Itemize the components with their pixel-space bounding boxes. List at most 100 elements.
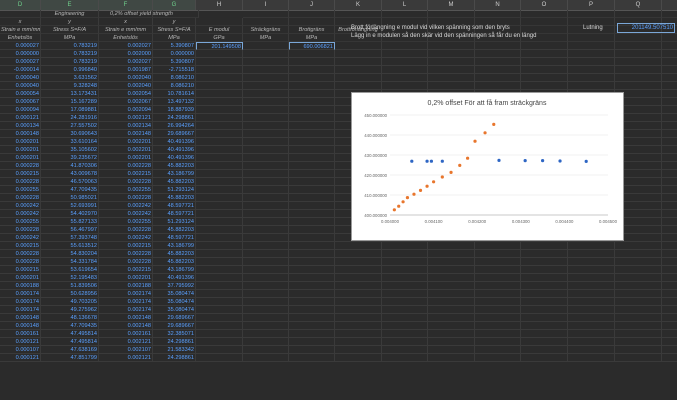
cell[interactable] xyxy=(521,330,568,338)
cell[interactable] xyxy=(521,250,568,258)
cell[interactable] xyxy=(662,82,677,90)
data-cell[interactable]: 0.000228 xyxy=(0,258,41,266)
cell[interactable] xyxy=(335,82,382,90)
cell[interactable] xyxy=(568,290,615,298)
data-cell[interactable]: 45.882203 xyxy=(153,258,196,266)
cell[interactable] xyxy=(196,306,243,314)
cell[interactable] xyxy=(568,266,615,274)
cell[interactable] xyxy=(335,290,382,298)
data-cell[interactable]: 0.000174 xyxy=(0,290,41,298)
cell[interactable] xyxy=(382,274,428,282)
cell[interactable] xyxy=(475,66,521,74)
cell[interactable] xyxy=(662,354,677,362)
cell[interactable] xyxy=(196,250,243,258)
cell[interactable] xyxy=(382,58,428,66)
cell[interactable] xyxy=(475,346,521,354)
data-cell[interactable]: 0.000201 xyxy=(0,138,41,146)
cell[interactable] xyxy=(335,306,382,314)
cell[interactable] xyxy=(289,354,335,362)
data-cell[interactable]: 55.827133 xyxy=(41,218,99,226)
data-cell[interactable]: 0.002040 xyxy=(99,82,153,90)
cell[interactable] xyxy=(428,338,475,346)
cell[interactable] xyxy=(289,50,335,58)
cell[interactable] xyxy=(662,90,677,98)
cell[interactable] xyxy=(243,234,289,242)
scatter-point-series-1[interactable] xyxy=(418,188,423,192)
data-cell[interactable]: 43.186799 xyxy=(153,266,196,274)
cell[interactable] xyxy=(662,194,677,202)
cell[interactable] xyxy=(662,266,677,274)
cell[interactable] xyxy=(568,58,615,66)
cell[interactable] xyxy=(568,282,615,290)
data-cell[interactable]: 0.002174 xyxy=(99,306,153,314)
cell[interactable] xyxy=(521,42,568,50)
data-cell[interactable]: 0.002161 xyxy=(99,330,153,338)
cell[interactable] xyxy=(196,82,243,90)
cell[interactable] xyxy=(382,330,428,338)
cell[interactable] xyxy=(662,50,677,58)
cell[interactable] xyxy=(615,274,662,282)
cell[interactable] xyxy=(289,58,335,66)
cell[interactable] xyxy=(568,50,615,58)
scatter-point-series-1[interactable] xyxy=(466,156,470,160)
data-cell[interactable]: 46.570063 xyxy=(41,178,99,186)
data-cell[interactable]: 0.002215 xyxy=(99,170,153,178)
data-cell[interactable]: 0.002148 xyxy=(99,314,153,322)
cell[interactable] xyxy=(428,74,475,82)
cell[interactable] xyxy=(428,314,475,322)
cell[interactable] xyxy=(335,42,382,50)
cell[interactable] xyxy=(615,266,662,274)
data-cell[interactable]: 0.002174 xyxy=(99,298,153,306)
data-cell[interactable]: 48.597721 xyxy=(153,202,196,210)
data-cell[interactable]: 13.497132 xyxy=(153,98,196,106)
cell[interactable] xyxy=(475,258,521,266)
cell[interactable] xyxy=(568,74,615,82)
data-cell[interactable]: 0.000027 xyxy=(0,42,41,50)
data-cell[interactable]: 0.996840 xyxy=(41,66,99,74)
cell[interactable] xyxy=(475,338,521,346)
cell[interactable] xyxy=(289,282,335,290)
cell[interactable] xyxy=(662,114,677,122)
cell[interactable] xyxy=(196,106,243,114)
data-cell[interactable]: 55.613512 xyxy=(41,242,99,250)
column-header-l[interactable]: L xyxy=(382,0,428,10)
cell[interactable] xyxy=(615,50,662,58)
data-cell[interactable]: 0.000121 xyxy=(0,338,41,346)
cell[interactable] xyxy=(335,354,382,362)
data-cell[interactable]: 0.000215 xyxy=(0,170,41,178)
cell[interactable] xyxy=(196,66,243,74)
cell[interactable] xyxy=(568,346,615,354)
cell[interactable] xyxy=(289,234,335,242)
data-cell[interactable]: 29.689667 xyxy=(153,314,196,322)
cell[interactable] xyxy=(428,82,475,90)
cell[interactable] xyxy=(521,314,568,322)
e-modul-value[interactable]: 201.149508 xyxy=(196,42,243,50)
data-cell[interactable]: 0.000228 xyxy=(0,178,41,186)
data-cell[interactable]: 45.882203 xyxy=(153,178,196,186)
cell[interactable] xyxy=(662,186,677,194)
data-cell[interactable]: 47.638169 xyxy=(41,346,99,354)
data-cell[interactable]: 35.105602 xyxy=(41,146,99,154)
cell[interactable] xyxy=(289,162,335,170)
cell[interactable] xyxy=(382,354,428,362)
cell[interactable] xyxy=(475,306,521,314)
cell[interactable] xyxy=(243,266,289,274)
cell[interactable] xyxy=(521,82,568,90)
cell[interactable] xyxy=(521,242,568,250)
cell[interactable] xyxy=(521,306,568,314)
data-cell[interactable]: 0.000121 xyxy=(0,114,41,122)
cell[interactable] xyxy=(335,322,382,330)
data-cell[interactable]: 10.781614 xyxy=(153,90,196,98)
cell[interactable] xyxy=(662,242,677,250)
cell[interactable] xyxy=(475,354,521,362)
scatter-point-series-1[interactable] xyxy=(458,163,462,167)
cell[interactable] xyxy=(289,194,335,202)
cell[interactable] xyxy=(243,306,289,314)
data-cell[interactable]: 24.281916 xyxy=(41,114,99,122)
data-cell[interactable]: 0.002094 xyxy=(99,106,153,114)
cell[interactable] xyxy=(382,250,428,258)
cell[interactable] xyxy=(662,98,677,106)
cell[interactable] xyxy=(662,306,677,314)
data-cell[interactable]: 29.689667 xyxy=(153,322,196,330)
cell[interactable] xyxy=(335,258,382,266)
